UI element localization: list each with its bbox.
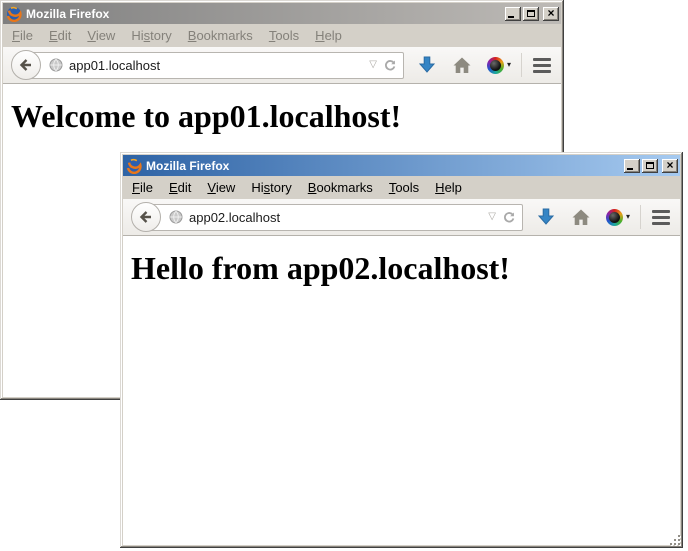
menu-help[interactable]: Help	[307, 26, 350, 45]
back-button[interactable]	[131, 202, 161, 232]
caption-buttons: ×	[624, 159, 678, 173]
toolbar-separator	[640, 205, 641, 229]
download-button[interactable]	[536, 207, 556, 227]
menubar: FileEditViewHistoryBookmarksToolsHelp	[123, 176, 680, 199]
url-bar[interactable]: app02.localhost ▽	[145, 204, 523, 231]
menu-view[interactable]: View	[199, 178, 243, 197]
menubar: FileEditViewHistoryBookmarksToolsHelp	[3, 24, 561, 47]
page-heading: Welcome to app01.localhost!	[11, 98, 553, 135]
home-icon	[452, 56, 472, 74]
back-button[interactable]	[11, 50, 41, 80]
colorzilla-extension-button[interactable]: ▾	[487, 57, 511, 74]
maximize-icon	[527, 10, 535, 17]
minimize-icon	[627, 168, 633, 170]
desktop: { "desktop": { "background_color": "#fff…	[0, 0, 688, 551]
menu-edit[interactable]: Edit	[161, 178, 199, 197]
maximize-button[interactable]	[523, 7, 539, 21]
toolbar-separator	[521, 53, 522, 77]
reload-icon[interactable]	[501, 210, 516, 225]
menu-button[interactable]	[529, 56, 555, 75]
menu-history[interactable]: History	[123, 26, 179, 45]
download-arrow-icon	[536, 207, 556, 227]
window-title: Mozilla Firefox	[146, 159, 620, 173]
menu-file[interactable]: File	[124, 178, 161, 197]
page-heading: Hello from app02.localhost!	[131, 250, 672, 287]
close-button[interactable]: ×	[543, 7, 559, 21]
home-button[interactable]	[452, 56, 472, 74]
firefox-icon	[126, 158, 142, 174]
home-button[interactable]	[571, 208, 591, 226]
titlebar[interactable]: Mozilla Firefox ×	[3, 3, 561, 24]
close-button[interactable]: ×	[662, 159, 678, 173]
resize-grip[interactable]	[669, 534, 682, 547]
menu-bookmarks[interactable]: Bookmarks	[180, 26, 261, 45]
window-title: Mozilla Firefox	[26, 7, 501, 21]
urlbar-history-dropdown-icon[interactable]: ▽	[369, 60, 377, 70]
chevron-down-icon: ▾	[507, 61, 511, 69]
urlbar-input[interactable]: app01.localhost	[69, 58, 364, 73]
back-arrow-icon	[18, 57, 34, 73]
colorzilla-icon	[606, 209, 623, 226]
download-arrow-icon	[417, 55, 437, 75]
site-globe-icon	[48, 57, 64, 73]
menu-view[interactable]: View	[79, 26, 123, 45]
minimize-button[interactable]	[624, 159, 640, 173]
site-globe-icon	[168, 209, 184, 225]
back-arrow-icon	[138, 209, 154, 225]
urlbar-input[interactable]: app02.localhost	[189, 210, 483, 225]
close-icon: ×	[547, 7, 554, 19]
hamburger-icon	[652, 210, 670, 213]
hamburger-icon	[533, 58, 551, 61]
urlbar-history-dropdown-icon[interactable]: ▽	[488, 212, 496, 222]
menu-button[interactable]	[648, 208, 674, 227]
menu-tools[interactable]: Tools	[261, 26, 307, 45]
browser-window-app02: Mozilla Firefox × FileEditViewHistoryBoo…	[120, 152, 683, 548]
chevron-down-icon: ▾	[626, 213, 630, 221]
minimize-icon	[508, 16, 514, 18]
menu-tools[interactable]: Tools	[381, 178, 427, 197]
menu-edit[interactable]: Edit	[41, 26, 79, 45]
colorzilla-icon	[487, 57, 504, 74]
navigation-toolbar: app02.localhost ▽ ▾	[123, 199, 680, 236]
colorzilla-extension-button[interactable]: ▾	[606, 209, 630, 226]
maximize-button[interactable]	[642, 159, 658, 173]
menu-bookmarks[interactable]: Bookmarks	[300, 178, 381, 197]
menu-history[interactable]: History	[243, 178, 299, 197]
home-icon	[571, 208, 591, 226]
download-button[interactable]	[417, 55, 437, 75]
url-bar[interactable]: app01.localhost ▽	[25, 52, 404, 79]
titlebar[interactable]: Mozilla Firefox ×	[123, 155, 680, 176]
page-content-app02: Hello from app02.localhost!	[123, 236, 680, 545]
navigation-toolbar: app01.localhost ▽ ▾	[3, 47, 561, 84]
menu-help[interactable]: Help	[427, 178, 470, 197]
firefox-icon	[6, 6, 22, 22]
minimize-button[interactable]	[505, 7, 521, 21]
reload-icon[interactable]	[382, 58, 397, 73]
menu-file[interactable]: File	[4, 26, 41, 45]
maximize-icon	[646, 162, 654, 169]
close-icon: ×	[666, 159, 673, 171]
caption-buttons: ×	[505, 7, 559, 21]
